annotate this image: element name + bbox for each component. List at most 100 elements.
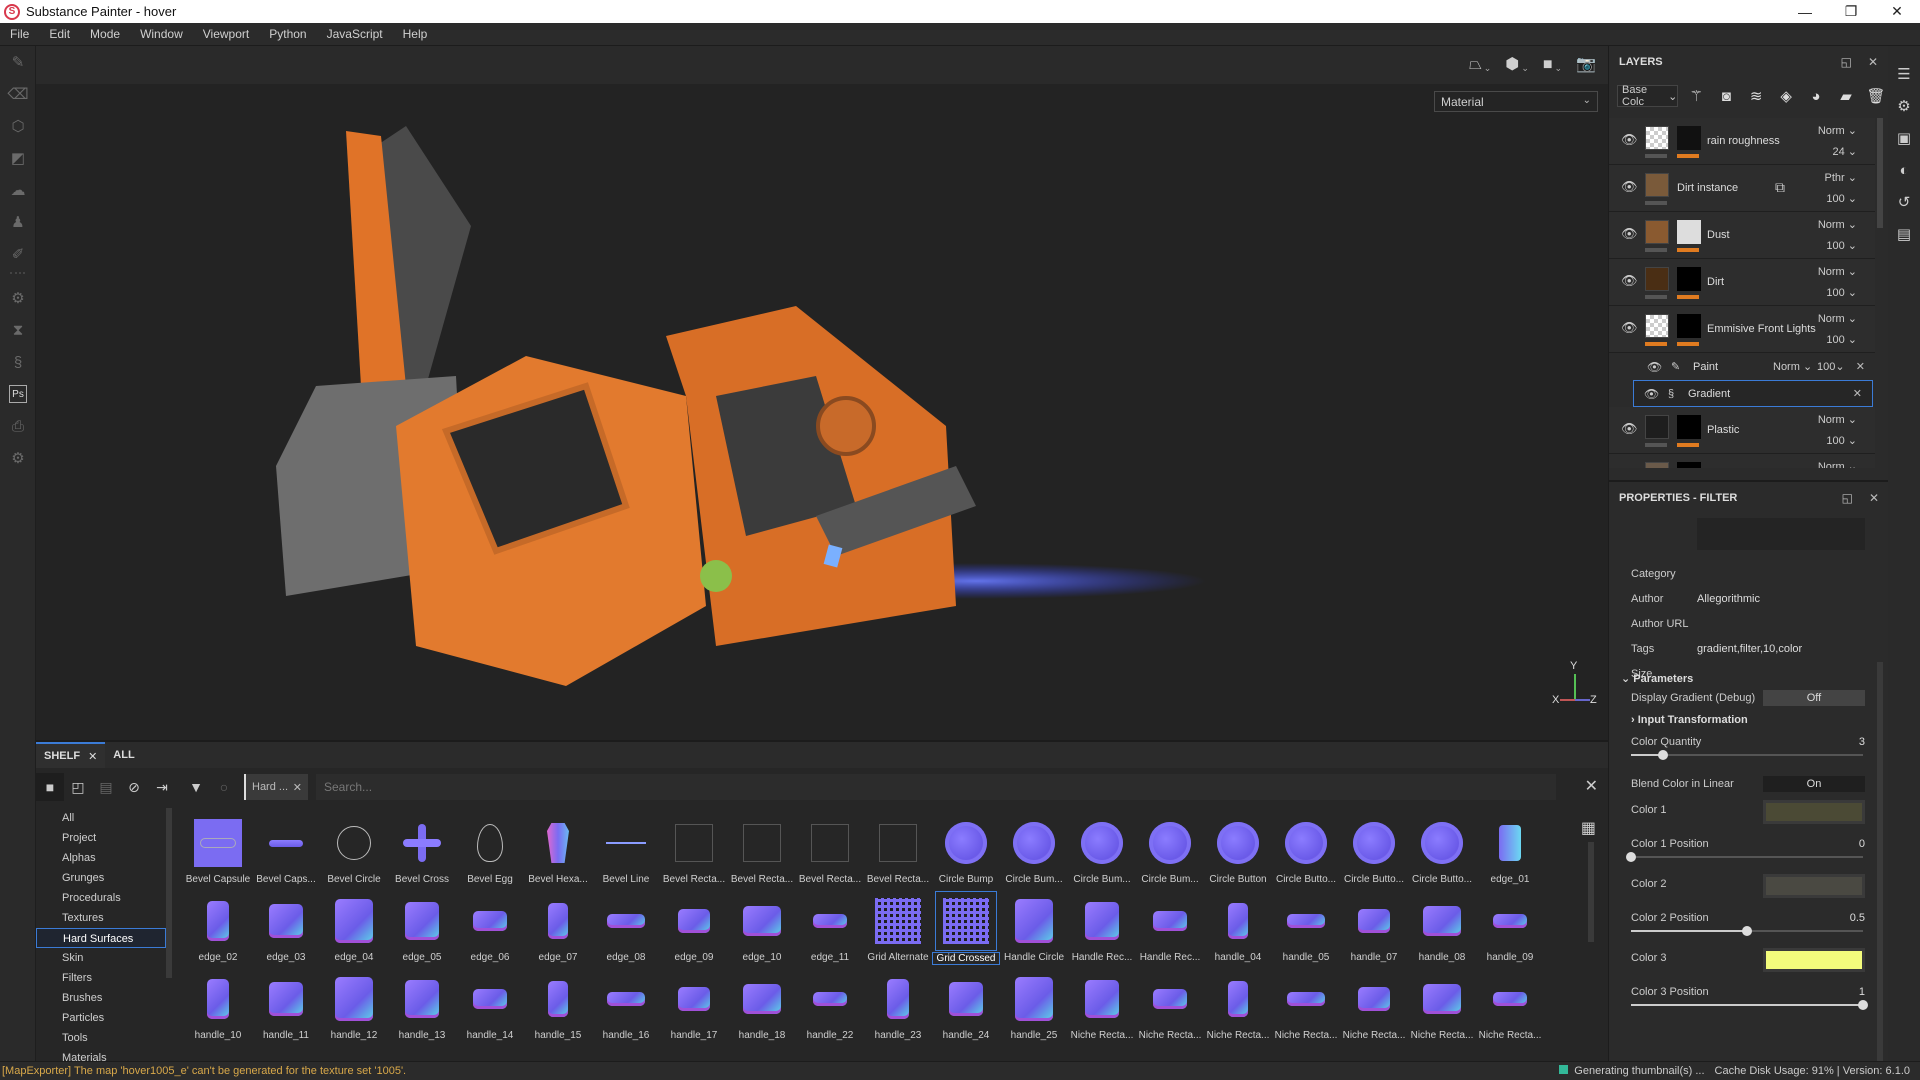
resource-item[interactable]: Circle Bum... [1068,814,1136,892]
add-mask-icon[interactable]: ◙ [1714,83,1738,109]
category-item[interactable]: Grunges [36,868,166,888]
opacity-select[interactable]: 100 ⌄ [1826,192,1857,205]
log-icon[interactable]: ▤ [1888,218,1920,250]
resource-item[interactable]: Niche Recta... [1204,970,1272,1048]
export-icon[interactable]: ⎙ [0,410,36,442]
color2-position-value[interactable]: 0.5 [1850,912,1865,924]
color-picker-icon[interactable]: ✐ [0,238,36,270]
resource-item[interactable]: edge_07 [524,892,592,970]
category-item[interactable]: Alphas [36,848,166,868]
shelf-search-input[interactable]: Search... [316,774,1556,800]
eye-icon[interactable]: 👁 [1647,360,1662,374]
category-item[interactable]: Brushes [36,988,166,1008]
resource-item[interactable]: handle_17 [660,970,728,1048]
category-item[interactable]: Project [36,828,166,848]
resource-item[interactable]: Bevel Capsule [184,814,252,892]
resource-item[interactable]: Bevel Circle [320,814,388,892]
color-quantity-slider[interactable] [1631,750,1863,760]
float-icon[interactable]: ◱ [1841,55,1852,69]
paint-brush-icon[interactable]: ✎ [0,46,36,78]
resource-item[interactable]: Niche Recta... [1408,970,1476,1048]
settings-icon[interactable]: ⚙ [0,442,36,474]
float-icon[interactable]: ◱ [1842,491,1853,505]
resource-item[interactable]: Bevel Recta... [728,814,796,892]
layers-list-icon[interactable]: ☰ [1888,58,1920,90]
shader-settings-icon[interactable]: ◐ [1888,154,1920,186]
layer-row[interactable]: 👁 Emmisive Front Lights Norm ⌄ 100 ⌄ [1609,306,1875,353]
refresh-icon[interactable]: ○ [210,773,238,801]
substance-icon[interactable]: § [0,346,36,378]
resource-item[interactable]: handle_15 [524,970,592,1048]
eye-icon[interactable]: 👁 [1621,421,1638,437]
close-icon[interactable]: ✕ [1853,387,1862,400]
viewport-3d[interactable]: ⏢ ⌄ ⬢ ⌄ ■ ⌄ 📷 Material ⌄ Y X Z [36,46,1608,740]
opacity-select[interactable]: 100 ⌄ [1826,286,1857,299]
resource-item[interactable]: edge_04 [320,892,388,970]
magic-wand-icon[interactable]: ⚚ [1684,83,1708,109]
projection-icon[interactable]: ⬡ [0,110,36,142]
menu-viewport[interactable]: Viewport [193,27,259,41]
close-icon[interactable]: ✕ [1585,776,1598,796]
resource-item[interactable]: handle_07 [1340,892,1408,970]
blend-mode-select[interactable]: Norm ⌄ [1818,413,1857,426]
shelf-scrollbar[interactable] [1588,842,1594,942]
close-icon[interactable]: ✕ [88,750,97,763]
effect-row[interactable]: 👁 ✎ Paint Norm ⌄ 100⌄ ✕ [1609,353,1875,380]
category-item[interactable]: Particles [36,1008,166,1028]
resource-item[interactable]: edge_10 [728,892,796,970]
cube-view-icon[interactable]: ⬢ ⌄ [1505,54,1529,74]
resource-item[interactable]: Handle Circle [1000,892,1068,970]
perspective-icon[interactable]: ⏢ ⌄ [1469,54,1491,74]
filter-chip[interactable]: Hard ... ✕ [244,774,308,800]
resource-item[interactable]: Circle Bum... [1136,814,1204,892]
blend-mode-select[interactable]: Norm ⌄ [1773,360,1812,373]
channel-select[interactable]: Base Colc ⌄ [1617,84,1679,108]
resource-item[interactable]: edge_01 [1476,814,1544,892]
resource-item[interactable]: handle_23 [864,970,932,1048]
hide-icon[interactable]: ⊘ [120,773,148,801]
clone-stamp-icon[interactable]: ♟ [0,206,36,238]
blend-mode-select[interactable]: Norm ⌄ [1818,460,1857,468]
opacity-select[interactable]: 100 ⌄ [1826,239,1857,252]
resource-item[interactable]: Bevel Cross [388,814,456,892]
category-item[interactable]: Hard Surfaces [36,928,166,948]
folder-icon[interactable]: ■ [36,773,64,801]
eye-icon[interactable]: 👁 [1621,132,1638,148]
resource-item[interactable]: Grid Alternate [864,892,932,970]
layer-row[interactable]: 👁Norm ⌄ ⌄ [1609,454,1875,468]
photoshop-icon[interactable]: Ps [9,385,27,403]
resource-item[interactable]: edge_06 [456,892,524,970]
resource-item[interactable]: handle_13 [388,970,456,1048]
bake-icon[interactable]: ⚙ [0,282,36,314]
category-scrollbar[interactable] [166,808,172,978]
resource-item[interactable]: Bevel Caps... [252,814,320,892]
viewport-mode-select[interactable]: Material ⌄ [1434,91,1598,112]
color1-position-slider[interactable] [1626,852,1863,862]
eraser-icon[interactable]: ⌫ [0,78,36,110]
close-icon[interactable]: ✕ [1856,360,1865,373]
close-icon[interactable]: ✕ [1868,55,1878,69]
add-fill-layer-icon[interactable]: ◈ [1774,83,1798,109]
resource-item[interactable]: handle_16 [592,970,660,1048]
layer-row[interactable]: 👁 rain roughness Norm ⌄ 24 ⌄ [1609,118,1875,165]
camera-icon[interactable]: ■ ⌄ [1543,54,1562,74]
category-item[interactable]: Skin [36,948,166,968]
opacity-select[interactable]: 100⌄ [1817,360,1845,373]
parameters-section[interactable]: ⌄ Parameters [1621,672,1693,685]
color2-position-slider[interactable] [1631,926,1863,936]
resource-item[interactable]: Circle Button [1204,814,1272,892]
blend-mode-select[interactable]: Norm ⌄ [1818,265,1857,278]
eye-icon[interactable]: 👁 [1621,179,1638,195]
resource-item[interactable]: handle_09 [1476,892,1544,970]
resource-item[interactable]: Circle Butto... [1408,814,1476,892]
opacity-select[interactable]: 100 ⌄ [1826,434,1857,447]
eye-icon[interactable]: 👁 [1621,226,1638,242]
resource-item[interactable]: Circle Bump [932,814,1000,892]
category-item[interactable]: Textures [36,908,166,928]
layer-row[interactable]: 👁 Dirt instance ⧉ Pthr ⌄ 100 ⌄ [1609,165,1875,212]
import-icon[interactable]: ⇥ [148,773,176,801]
properties-scrollbar[interactable] [1877,662,1883,1062]
color3-swatch[interactable] [1763,948,1865,972]
eye-icon[interactable]: 👁 [1621,273,1638,289]
menu-help[interactable]: Help [393,27,438,41]
